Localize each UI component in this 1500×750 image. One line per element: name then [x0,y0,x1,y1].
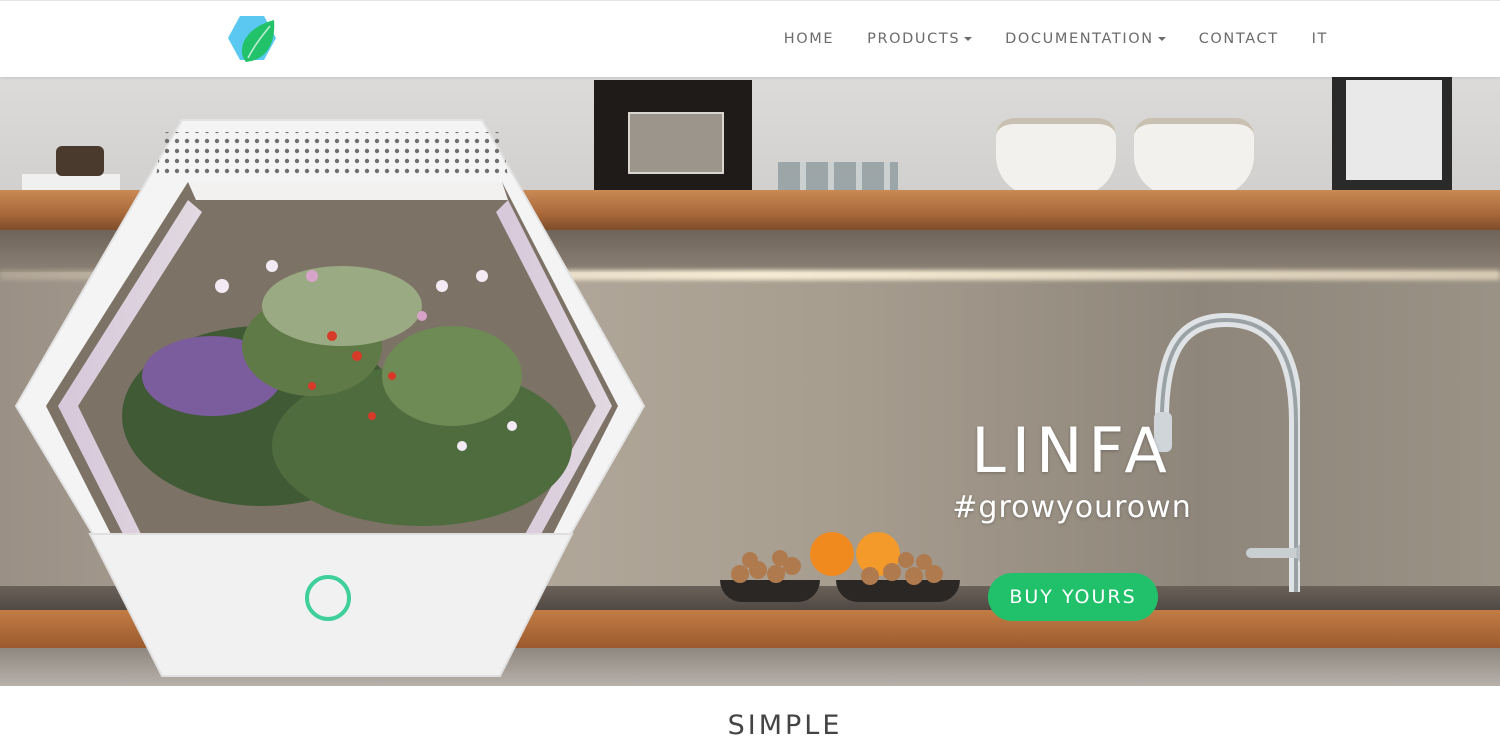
bowl-decor [996,118,1116,196]
nav-language-label: IT [1311,31,1328,47]
buy-yours-button[interactable]: BUY YOURS [988,573,1158,621]
nav-documentation-label: DOCUMENTATION [1005,31,1154,47]
linfa-planter-image [14,119,646,677]
hexagon-leaf-logo-icon[interactable] [226,14,278,64]
nav-documentation-dropdown[interactable]: DOCUMENTATION [1005,29,1166,49]
bowl-decor [1134,118,1254,196]
glasses-decor [778,162,898,190]
nav-contact-link[interactable]: CONTACT [1199,29,1279,49]
nav-products-dropdown[interactable]: PRODUCTS [867,29,973,49]
hero-text-block: LINFA #growyourown [940,416,1204,526]
nav-products-label: PRODUCTS [867,31,961,47]
main-nav: HOME PRODUCTS DOCUMENTATION CONTACT IT [751,29,1328,49]
fruit-nuts-decor [731,532,943,585]
nav-contact-label: CONTACT [1198,31,1279,47]
hero-tagline: #growyourown [952,490,1192,525]
section-title-simple: SIMPLE [727,710,843,741]
nav-home-link[interactable]: HOME [784,29,834,49]
caret-down-icon [964,37,973,41]
hero-banner: LINFA #growyourown [0,76,1500,686]
nav-home-label: HOME [783,31,835,47]
caret-down-icon [1157,37,1166,41]
nav-language-link[interactable]: IT [1312,29,1328,49]
top-navbar: HOME PRODUCTS DOCUMENTATION CONTACT IT [0,0,1500,77]
hero-title: LINFA [971,414,1173,487]
